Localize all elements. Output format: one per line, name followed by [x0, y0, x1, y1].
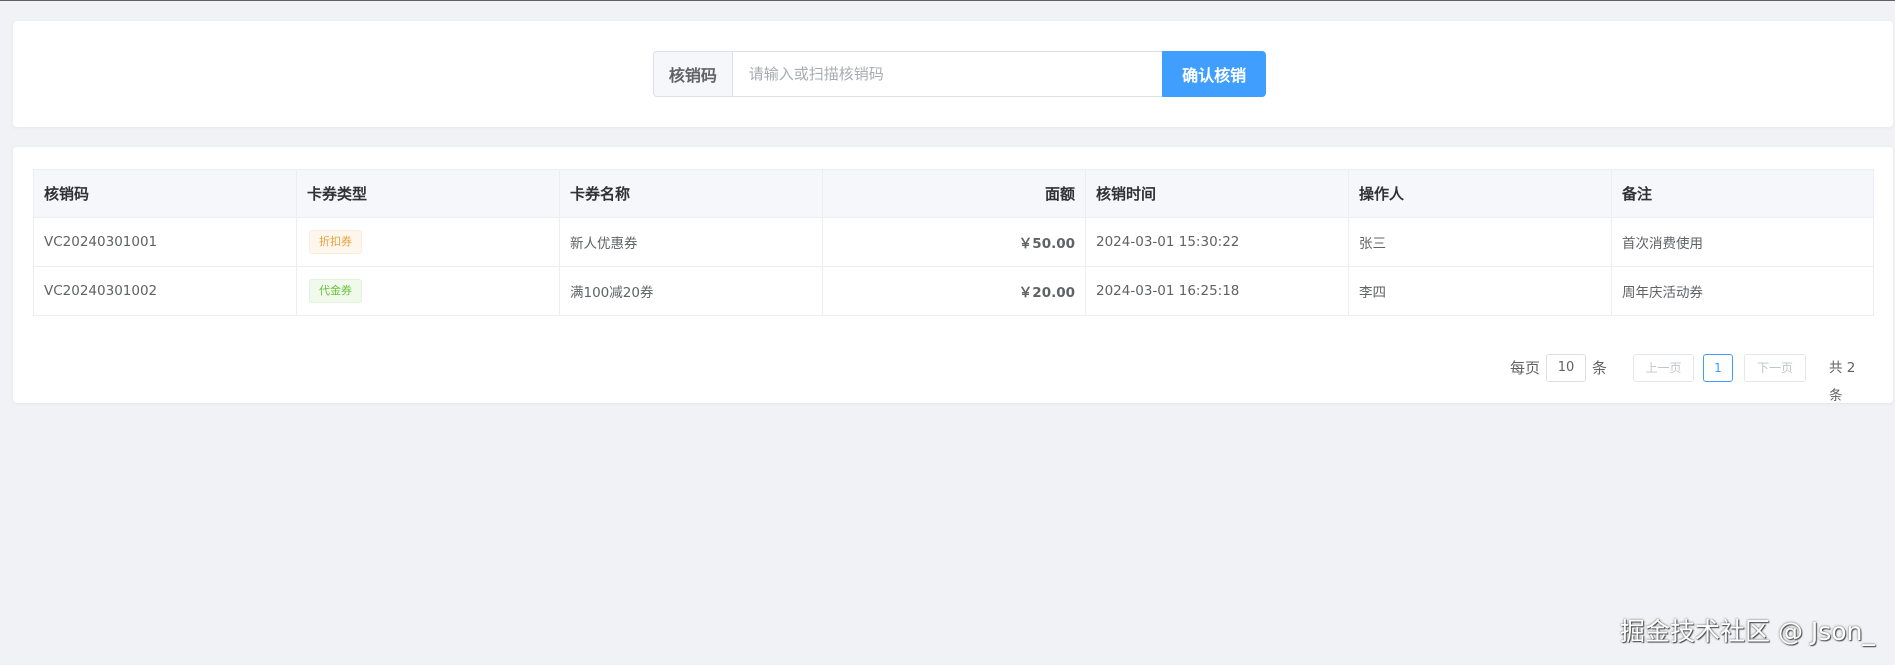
- cell-type: 代金券: [296, 266, 560, 316]
- confirm-verify-button[interactable]: 确认核销: [1162, 51, 1266, 97]
- cell-code: VC20240301002: [33, 266, 297, 316]
- verify-code-label: 核销码: [653, 51, 732, 97]
- watermark: 掘金技术社区 @ Json_: [1620, 617, 1875, 646]
- column-header-remark: 备注: [1611, 169, 1874, 218]
- page-size-prefix: 每页: [1510, 359, 1541, 377]
- cell-type: 折扣券: [296, 217, 560, 267]
- total-count: 共 2 条: [1829, 360, 1856, 404]
- table-row: VC20240301001 折扣券 新人优惠券 ￥50.00 2024-03-0…: [33, 217, 1874, 267]
- column-header-name: 卡券名称: [559, 169, 823, 218]
- coupon-type-tag: 折扣券: [309, 230, 362, 254]
- cell-time: 2024-03-01 16:25:18: [1085, 266, 1349, 316]
- cell-name: 满100减20券: [559, 266, 823, 316]
- cell-time: 2024-03-01 15:30:22: [1085, 217, 1349, 267]
- table-row: VC20240301002 代金券 满100减20券 ￥20.00 2024-0…: [33, 266, 1874, 316]
- cell-name: 新人优惠券: [559, 217, 823, 267]
- verify-code-input[interactable]: [731, 51, 1163, 97]
- cell-remark: 首次消费使用: [1611, 217, 1874, 267]
- cell-remark: 周年庆活动券: [1611, 266, 1874, 316]
- verify-code-input-group: 核销码 确认核销: [653, 51, 1266, 97]
- verification-table: 核销码 卡券类型 卡券名称 面额 核销时间 操作人 备注 VC202403010…: [33, 169, 1874, 316]
- cell-code: VC20240301001: [33, 217, 297, 267]
- search-card: 核销码 确认核销: [13, 21, 1893, 127]
- table-header-row: 核销码 卡券类型 卡券名称 面额 核销时间 操作人 备注: [33, 169, 1874, 218]
- prev-page-button[interactable]: 上一页: [1633, 354, 1694, 382]
- column-header-operator: 操作人: [1348, 169, 1612, 218]
- coupon-type-tag: 代金券: [309, 279, 362, 303]
- records-card: 核销码 卡券类型 卡券名称 面额 核销时间 操作人 备注 VC202403010…: [13, 147, 1893, 404]
- column-header-type: 卡券类型: [296, 169, 560, 218]
- cell-amount: ￥50.00: [822, 217, 1086, 267]
- column-header-code: 核销码: [33, 169, 297, 218]
- page-size-suffix: 条: [1592, 359, 1608, 377]
- page-size-select[interactable]: 10: [1546, 354, 1586, 382]
- page-number-current[interactable]: 1: [1703, 354, 1733, 382]
- pagination: 每页 10 条 上一页 1 下一页 共 2 条: [13, 354, 1873, 404]
- cell-amount: ￥20.00: [822, 266, 1086, 316]
- column-header-time: 核销时间: [1085, 169, 1349, 218]
- cell-operator: 张三: [1348, 217, 1612, 267]
- next-page-button[interactable]: 下一页: [1744, 354, 1806, 382]
- top-border: [0, 0, 1895, 1]
- cell-operator: 李四: [1348, 266, 1612, 316]
- column-header-amount: 面额: [822, 169, 1086, 218]
